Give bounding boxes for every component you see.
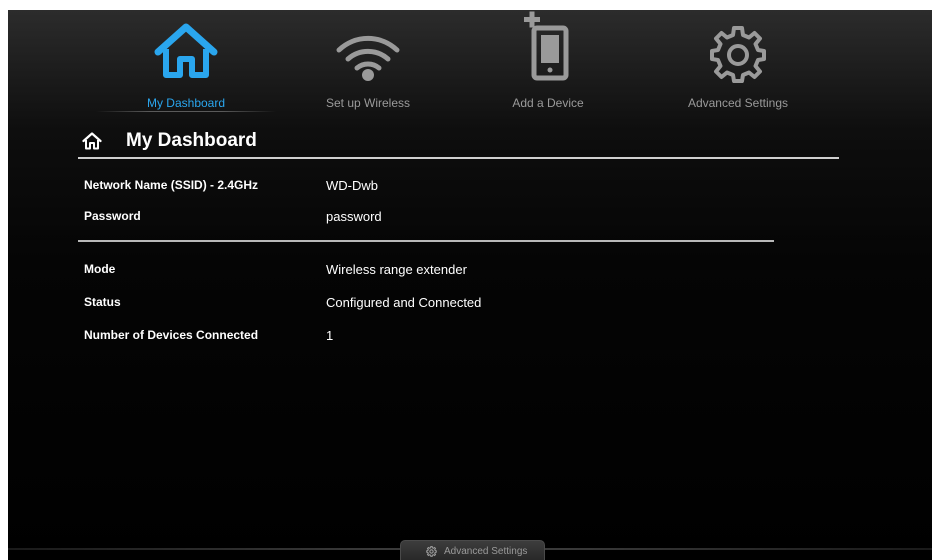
wifi-icon <box>336 35 400 81</box>
top-nav: My Dashboard Set up Wireless Add a Devic… <box>8 10 932 114</box>
nav-set-up-wireless[interactable]: Set up Wireless <box>278 10 458 114</box>
home-icon <box>82 132 102 150</box>
password-label: Password <box>84 209 141 223</box>
mode-label: Mode <box>84 262 116 276</box>
title-divider <box>78 157 839 159</box>
gear-icon <box>710 26 766 83</box>
section-divider <box>78 240 774 242</box>
nav-label-my-dashboard: My Dashboard <box>146 96 226 110</box>
add-device-icon <box>524 11 569 81</box>
home-icon <box>154 23 218 78</box>
page-title: My Dashboard <box>126 130 257 151</box>
app-window: My Dashboard Set up Wireless Add a Devic… <box>8 10 932 560</box>
gear-icon <box>426 546 437 557</box>
nav-my-dashboard[interactable]: My Dashboard <box>96 10 276 114</box>
ssid-label: Network Name (SSID) - 2.4GHz <box>84 178 259 192</box>
nav-label-advanced-settings: Advanced Settings <box>687 96 789 110</box>
password-value: password <box>326 209 382 224</box>
status-value: Configured and Connected <box>326 295 482 310</box>
ssid-value: WD-Dwb <box>326 178 378 193</box>
nav-label-add-a-device: Add a Device <box>512 96 584 110</box>
devices-label: Number of Devices Connected <box>84 328 259 342</box>
status-label: Status <box>84 295 121 309</box>
nav-label-set-up-wireless: Set up Wireless <box>325 96 411 110</box>
nav-advanced-settings[interactable]: Advanced Settings <box>648 10 828 114</box>
mode-value: Wireless range extender <box>326 262 467 277</box>
devices-value: 1 <box>326 328 334 343</box>
advanced-settings-tab-label: Advanced Settings <box>444 546 528 557</box>
advanced-settings-tab[interactable]: Advanced Settings <box>400 540 545 560</box>
nav-add-a-device[interactable]: Add a Device <box>458 10 638 114</box>
